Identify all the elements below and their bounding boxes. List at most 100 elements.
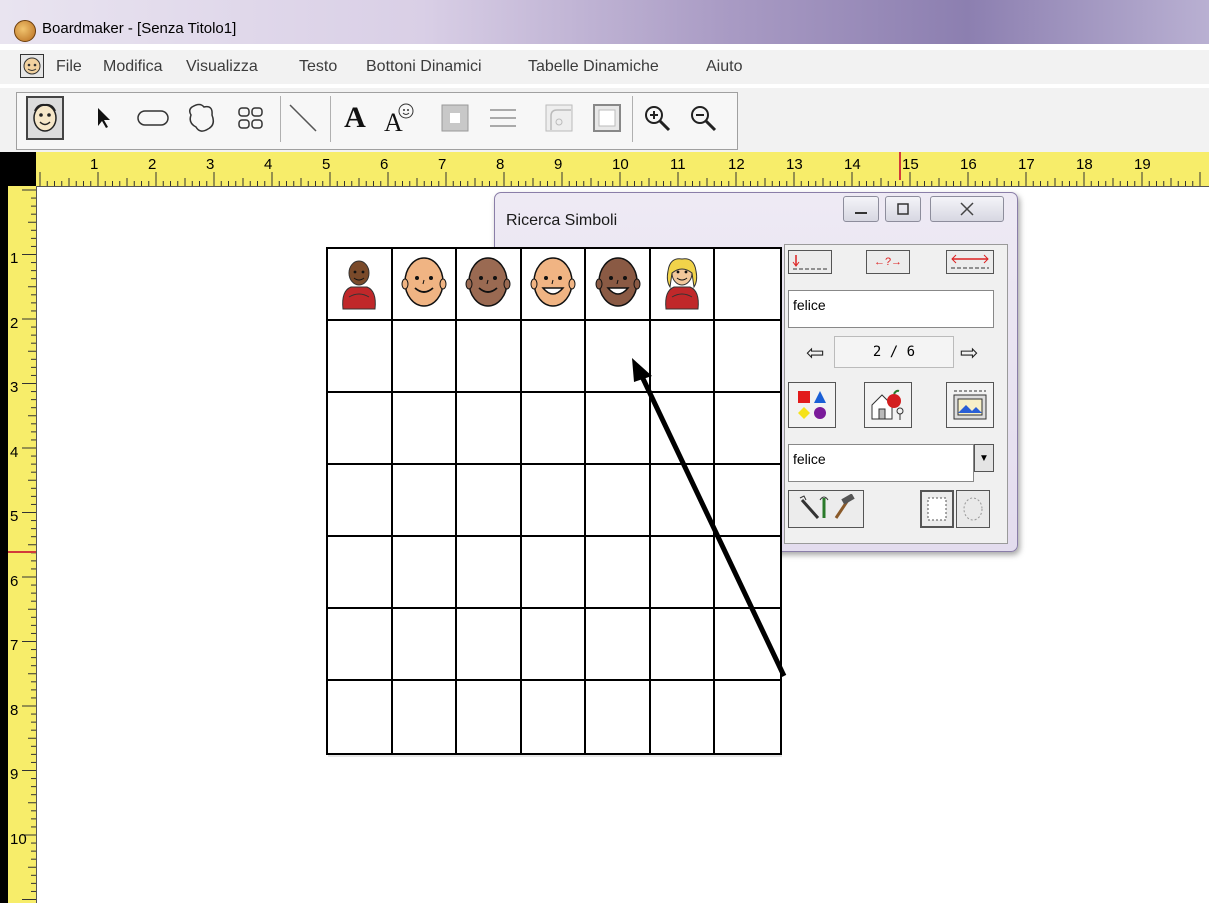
grid-icon[interactable] — [232, 96, 270, 140]
board-cell[interactable] — [457, 249, 522, 321]
menu-aiuto[interactable]: Aiuto — [706, 58, 742, 76]
board-cell[interactable] — [715, 681, 780, 753]
ruler-label: 6 — [10, 572, 19, 590]
board-cell[interactable] — [715, 249, 780, 321]
square-cell-button[interactable] — [920, 490, 954, 528]
symbol-text-icon[interactable]: A — [380, 96, 418, 140]
ruler-label: 4 — [264, 156, 273, 173]
search-mode-glyph: ←?→ — [873, 256, 903, 268]
board-cell[interactable] — [392, 465, 458, 537]
ruler-position-marker-vertical — [8, 551, 36, 553]
window-title: Boardmaker - [Senza Titolo1] — [42, 20, 237, 37]
board-cell[interactable] — [521, 537, 587, 609]
search-input[interactable]: felice — [788, 290, 994, 328]
menu-visualizza[interactable]: Visualizza — [186, 58, 258, 76]
board-cell[interactable] — [328, 465, 393, 537]
board-cell[interactable] — [392, 393, 458, 465]
symbol-finder-icon[interactable] — [26, 96, 64, 140]
board-cell[interactable] — [328, 321, 393, 393]
board-cell[interactable] — [521, 249, 587, 321]
ruler-label: 3 — [206, 156, 215, 173]
menu-tabelle-dinamiche[interactable]: Tabelle Dinamiche — [528, 58, 659, 76]
board-cell[interactable] — [457, 609, 522, 681]
board-cell[interactable] — [457, 465, 522, 537]
board-cell[interactable] — [521, 609, 587, 681]
ruler-label: 10 — [10, 830, 27, 848]
symbol-label-field[interactable]: felice — [788, 444, 974, 482]
toolbar-divider — [330, 96, 331, 142]
board-cell[interactable] — [328, 609, 393, 681]
board-cell[interactable] — [650, 249, 716, 321]
fill-color-icon[interactable] — [436, 96, 474, 140]
svg-text:A: A — [384, 108, 403, 135]
rounded-rect-icon[interactable] — [134, 96, 172, 140]
previous-symbol-arrow-icon[interactable]: ⇦ — [806, 340, 824, 366]
freeform-icon[interactable] — [183, 96, 221, 140]
close-button[interactable] — [930, 196, 1004, 222]
board-cell[interactable] — [328, 393, 393, 465]
board-cell[interactable] — [651, 681, 716, 753]
text-icon[interactable]: A — [336, 96, 374, 140]
ruler-label: 9 — [554, 156, 563, 173]
ruler-position-marker — [899, 152, 901, 180]
ruler-label: 2 — [10, 314, 19, 332]
menu-modifica[interactable]: Modifica — [103, 58, 163, 76]
boardmaker-app-icon — [14, 20, 36, 42]
round-cell-button[interactable] — [956, 490, 990, 528]
zoom-in-icon[interactable] — [638, 96, 676, 140]
line-icon[interactable] — [284, 96, 322, 140]
board-cell[interactable] — [393, 681, 458, 753]
ruler-corner — [0, 152, 36, 186]
minimize-button[interactable] — [843, 196, 879, 222]
corner-style-icon[interactable] — [540, 96, 578, 140]
board-cell[interactable] — [457, 681, 522, 753]
board-cell[interactable] — [521, 321, 587, 393]
frame-icon[interactable] — [588, 96, 626, 140]
ruler-label: 2 — [148, 156, 157, 173]
ruler-label: 8 — [496, 156, 505, 173]
app-menu-icon[interactable] — [20, 54, 44, 78]
ruler-label: 7 — [438, 156, 447, 173]
ruler-label: 18 — [1076, 156, 1093, 173]
board-cell[interactable] — [457, 537, 522, 609]
ruler-label: 5 — [322, 156, 331, 173]
menu-bottoni-dinamici[interactable]: Bottoni Dinamici — [366, 58, 482, 76]
maximize-button[interactable] — [885, 196, 921, 222]
board-cell[interactable] — [586, 681, 651, 753]
line-thickness-icon[interactable] — [484, 96, 522, 140]
board-cell[interactable] — [392, 609, 458, 681]
category-house-apple-icon[interactable] — [864, 382, 912, 428]
ruler-left-edge — [0, 186, 8, 903]
ruler-label: 5 — [10, 508, 19, 525]
board-cell[interactable] — [457, 321, 522, 393]
board-cell[interactable] — [328, 537, 393, 609]
board-cell[interactable] — [328, 681, 393, 753]
pointer-icon[interactable] — [84, 96, 122, 140]
board-cell[interactable] — [457, 393, 522, 465]
label-dropdown-arrow-icon[interactable]: ▼ — [974, 444, 994, 472]
menu-testo[interactable]: Testo — [299, 58, 337, 76]
board-cell[interactable] — [522, 681, 587, 753]
ruler-label: 16 — [960, 156, 977, 173]
search-mode-button[interactable]: ←?→ — [866, 250, 910, 274]
annotation-arrow — [632, 358, 787, 678]
picture-frame-icon[interactable] — [946, 382, 994, 428]
board-cell[interactable] — [392, 537, 458, 609]
ruler-label: 6 — [380, 156, 389, 173]
happy-face-symbol-icon — [527, 252, 579, 317]
next-symbol-arrow-icon[interactable]: ⇨ — [960, 340, 978, 366]
expand-width-button[interactable] — [946, 250, 994, 274]
ruler-label: 10 — [612, 156, 629, 173]
toolbar-divider — [280, 96, 281, 142]
insert-down-button[interactable] — [788, 250, 832, 274]
menu-file[interactable]: File — [56, 58, 82, 76]
board-cell[interactable] — [586, 249, 651, 321]
ruler-label: 9 — [10, 766, 19, 783]
board-cell[interactable] — [392, 321, 458, 393]
ruler-label: 13 — [786, 156, 803, 173]
board-cell[interactable] — [521, 393, 587, 465]
zoom-out-icon[interactable] — [684, 96, 722, 140]
board-cell[interactable] — [521, 465, 587, 537]
board-cell[interactable] — [392, 249, 458, 321]
board-cell[interactable] — [328, 249, 393, 321]
